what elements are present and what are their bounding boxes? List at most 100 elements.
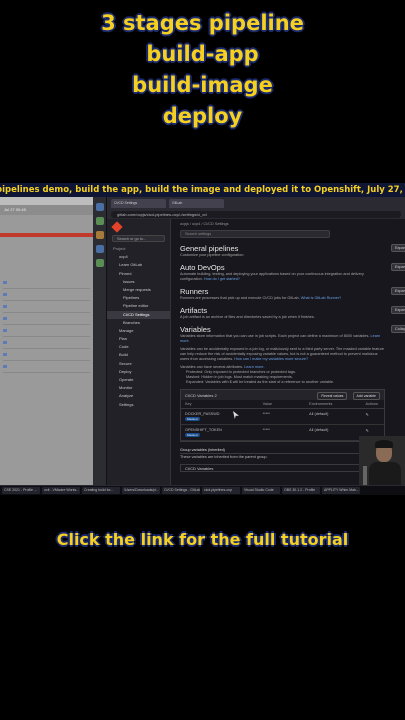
taskbar-item[interactable]: /Users/Downloads/pi... (122, 487, 160, 494)
section-title: Runners (180, 287, 209, 296)
sidebar-item[interactable]: Operate (107, 376, 170, 384)
browser-tab[interactable]: GitLab (169, 198, 224, 208)
grid-row (3, 361, 90, 373)
sidebar-item[interactable]: Deploy (107, 368, 170, 376)
sidebar-item[interactable]: Learn GitLab (107, 261, 170, 269)
taskbar-item[interactable]: ocit - VMware Works... (42, 487, 80, 494)
column-header: Key (185, 402, 192, 406)
section-runners: Runners Runners are processes that pick … (180, 287, 405, 301)
bullet-expanded: Expanded: Variables with $ will be treat… (186, 380, 335, 384)
taskbar-item[interactable]: Visual Studio Code (242, 487, 280, 494)
tab-bar: CI/CD Settings GitLab (107, 197, 405, 209)
taskbar-item[interactable]: OBS 30.1.2 - Profile (282, 487, 320, 494)
grid-row (3, 289, 90, 301)
options-text: Variables can have several attributes. (180, 365, 244, 369)
status-dot (3, 365, 7, 368)
desc-text: Runners are processes that pick up and e… (180, 296, 300, 300)
variable-key: OPENSHIFT_TOKEN Masked (185, 428, 263, 440)
status-dot (3, 353, 7, 356)
grid-row (3, 349, 90, 361)
breadcrumb[interactable]: ocpjs / ocp4 / CI/CD Settings (180, 222, 405, 230)
grid-row (3, 337, 90, 349)
overlay-title-line: 3 stages pipeline (101, 11, 304, 35)
add-variable-button[interactable]: Add variable (352, 391, 380, 400)
sidebar-item[interactable]: Pipeline editor (107, 302, 170, 310)
app-icon[interactable] (96, 231, 104, 239)
card-title: CI/CD Variables 2 (185, 393, 217, 398)
sidebar-item[interactable]: Branches (107, 319, 170, 327)
table-row: OPENSHIFT_TOKEN Masked ***** All (default… (181, 425, 384, 441)
sidebar-item[interactable]: Plan (107, 335, 170, 343)
section-auto-devops: Auto DevOps Automate building, testing, … (180, 263, 405, 282)
app-icon[interactable] (96, 203, 104, 211)
expand-button[interactable]: Expand (391, 306, 405, 314)
address-input[interactable]: gitlab.com/ocpjs/cicd-pipelines-ocp/-/se… (111, 210, 401, 218)
help-link[interactable]: What is GitLab Runner? (301, 296, 342, 300)
status-dot (3, 317, 7, 320)
group-variables-title: Group variables (inherited) (180, 448, 385, 454)
app-icon[interactable] (96, 245, 104, 253)
sidebar-item[interactable]: Secure (107, 360, 170, 368)
taskbar-item[interactable]: CSE 2021 - Profile ... (2, 487, 40, 494)
screen-recording: pipelines demo, build the app, build the… (0, 183, 405, 495)
sidebar-item[interactable]: ocp4 (107, 253, 170, 261)
cicd-variables-card: CI/CD Variables 2 Reveal values Add vari… (180, 389, 385, 442)
sidebar-item[interactable]: Build (107, 351, 170, 359)
sidebar-item[interactable]: Pinned (107, 270, 170, 278)
variable-count: 2 (214, 392, 217, 398)
sidebar-item[interactable]: Issues (107, 278, 170, 286)
variable-value: ***** (262, 412, 270, 416)
sidebar-item[interactable]: Analyze (107, 392, 170, 400)
edit-icon[interactable]: ✎ (365, 412, 380, 424)
section-general-pipelines: General pipelines Customize your pipelin… (180, 244, 405, 258)
sidebar-item[interactable]: Code (107, 343, 170, 351)
variables-warning: Variables can be accidentally exposed in… (180, 347, 385, 362)
sidebar-item[interactable]: Manage (107, 327, 170, 335)
sidebar-search-input[interactable]: Search or go to... (112, 235, 165, 242)
gitlab-logo-icon[interactable] (111, 221, 123, 233)
sidebar-item[interactable]: Merge requests (107, 286, 170, 294)
help-link[interactable]: How do I get started? (204, 277, 240, 281)
left-app-titlebar (0, 197, 93, 205)
variable-env: All (default) (309, 412, 329, 416)
secure-link[interactable]: How can I make my variables more secure? (234, 357, 308, 361)
masked-badge: Masked (185, 417, 200, 421)
sidebar-item-active[interactable]: CI/CD Settings (107, 310, 170, 319)
section-desc: Automate building, testing, and deployin… (180, 272, 385, 282)
expand-button[interactable]: Expand (391, 263, 405, 271)
learn-more-link[interactable]: Learn more. (244, 365, 264, 369)
left-app-grid (0, 277, 93, 373)
section-title: Artifacts (180, 306, 208, 315)
section-title: Auto DevOps (180, 263, 225, 272)
key-text[interactable]: OPENSHIFT_TOKEN (185, 428, 222, 432)
left-app-alert-bar (0, 233, 93, 237)
column-header: Environments (309, 402, 333, 406)
key-text[interactable]: DOCKER_PASSWD (185, 412, 220, 416)
browser-tab[interactable]: CI/CD Settings (111, 198, 166, 208)
expand-button[interactable]: Expand (391, 244, 405, 252)
overlay-title-line: build-image (132, 73, 273, 97)
taskbar-item[interactable]: cicd-pipelines-ocp (202, 487, 240, 494)
collapse-button[interactable]: Collapse (391, 325, 405, 333)
card-title-text: CI/CD Variables (185, 392, 214, 398)
table-header: Key Value Environments Actions (181, 400, 384, 409)
expand-button[interactable]: Expand (391, 287, 405, 295)
taskbar-item[interactable]: CI/CD Settings - GitLab (162, 487, 200, 494)
sidebar-item[interactable]: Settings (107, 401, 170, 409)
sidebar-item[interactable]: Pipelines (107, 294, 170, 302)
column-header: Value (262, 402, 273, 406)
sidebar-section-project: Project (113, 246, 126, 251)
reveal-values-button[interactable]: Reveal values (317, 391, 348, 400)
group-variables-text: These variables are inherited from the p… (180, 455, 268, 459)
app-icon[interactable] (96, 217, 104, 225)
url-bar: gitlab.com/ocpjs/cicd-pipelines-ocp/-/se… (107, 209, 405, 219)
column-header: Actions (365, 402, 378, 406)
variable-key: DOCKER_PASSWD Masked (185, 412, 263, 424)
status-dot (3, 281, 7, 284)
sidebar-item[interactable]: Monitor (107, 384, 170, 392)
settings-search-input[interactable]: Search settings (180, 230, 330, 238)
taskbar-item[interactable]: Creating build for... (82, 487, 120, 494)
webcam-overlay (359, 436, 405, 492)
app-icon[interactable] (96, 259, 104, 267)
taskbar-item[interactable]: APPLITY Whim Mak... (322, 487, 360, 494)
